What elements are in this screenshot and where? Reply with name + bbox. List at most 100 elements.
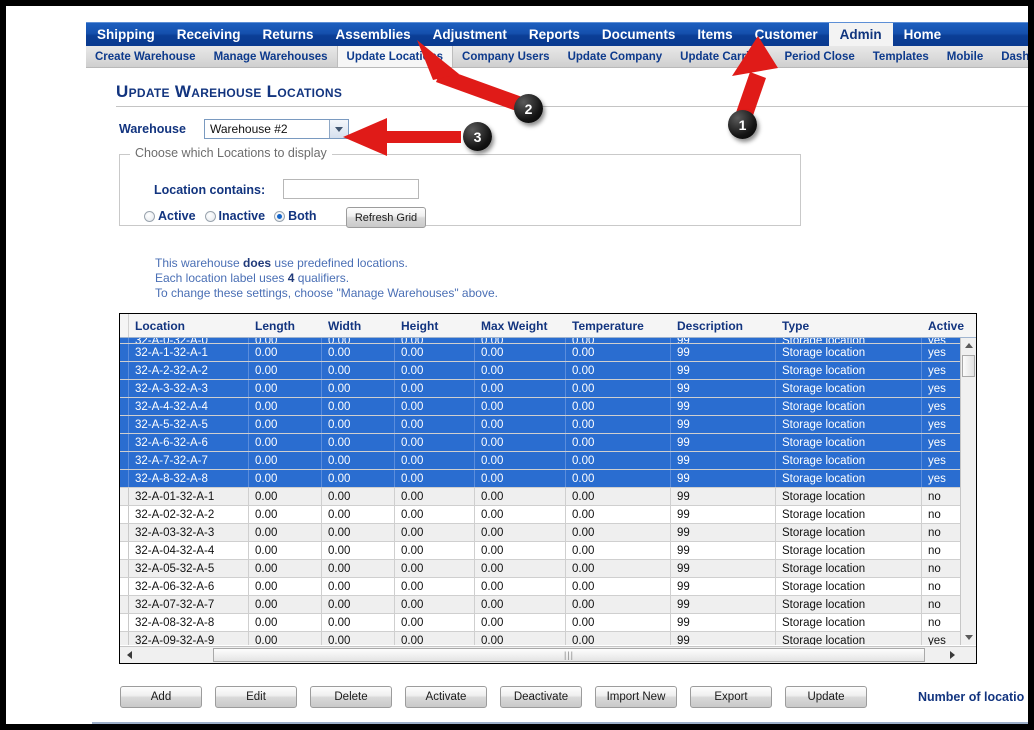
row-selector-gutter[interactable] [120, 398, 129, 415]
cell-description: 99 [671, 506, 776, 523]
table-row[interactable]: 32-A-4-32-A-4 0.00 0.00 0.00 0.00 0.00 99 Stora… [120, 398, 976, 416]
row-selector-gutter[interactable] [120, 488, 129, 505]
table-row[interactable]: 32-A-04-32-A-4 0.00 0.00 0.00 0.00 0.00 99 Stor… [120, 542, 976, 560]
grid-column-header-description[interactable]: Description [671, 314, 776, 337]
subnav-item-update-locations[interactable]: Update Locations [336, 46, 454, 67]
grid-column-header-location[interactable]: Location [129, 314, 249, 337]
grid-column-header-active[interactable]: Active [922, 314, 976, 337]
subnav-item-mobile[interactable]: Mobile [938, 46, 992, 67]
scroll-up-icon[interactable] [961, 338, 976, 353]
row-selector-gutter[interactable] [120, 362, 129, 379]
edit-button[interactable]: Edit [215, 686, 297, 708]
location-contains-input[interactable] [283, 179, 419, 199]
subnav-item-update-carriers[interactable]: Update Carriers [671, 46, 775, 67]
deactivate-button[interactable]: Deactivate [500, 686, 582, 708]
grid-column-header-height[interactable]: Height [395, 314, 475, 337]
table-row[interactable]: 32-A-06-32-A-6 0.00 0.00 0.00 0.00 0.00 99 Stor… [120, 578, 976, 596]
row-selector-gutter[interactable] [120, 470, 129, 487]
row-selector-gutter[interactable] [120, 416, 129, 433]
nav-item-assemblies[interactable]: Assemblies [325, 23, 422, 46]
scroll-left-icon[interactable] [122, 648, 136, 662]
nav-item-returns[interactable]: Returns [252, 23, 325, 46]
table-row[interactable]: 32-A-09-32-A-9 0.00 0.00 0.00 0.00 0.00 99 Stor… [120, 632, 976, 645]
refresh-grid-button[interactable]: Refresh Grid [346, 207, 426, 228]
cell-temperature: 0.00 [566, 398, 671, 415]
vertical-scroll-thumb[interactable] [962, 355, 975, 377]
table-row[interactable]: 32-A-05-32-A-5 0.00 0.00 0.00 0.00 0.00 99 Stor… [120, 560, 976, 578]
grid-horizontal-scrollbar[interactable]: ||| [120, 646, 976, 663]
table-row[interactable]: 32-A-3-32-A-3 0.00 0.00 0.00 0.00 0.00 99 Stora… [120, 380, 976, 398]
row-selector-gutter[interactable] [120, 434, 129, 451]
cell-type: Storage location [776, 398, 922, 415]
cell-max-weight: 0.00 [475, 632, 566, 645]
nav-item-documents[interactable]: Documents [591, 23, 687, 46]
cell-length: 0.00 [249, 470, 322, 487]
radio-inactive[interactable]: Inactive [204, 209, 265, 223]
callout-badge-1: 1 [728, 110, 757, 139]
cell-max-weight: 0.00 [475, 560, 566, 577]
nav-item-admin[interactable]: Admin [828, 23, 893, 46]
nav-item-customer[interactable]: Customer [744, 23, 829, 46]
radio-active[interactable]: Active [144, 209, 196, 223]
update-button[interactable]: Update [785, 686, 867, 708]
export-button[interactable]: Export [690, 686, 772, 708]
cell-description: 99 [671, 398, 776, 415]
horizontal-scroll-thumb[interactable]: ||| [213, 648, 925, 662]
subnav-item-manage-warehouses[interactable]: Manage Warehouses [205, 46, 337, 67]
row-selector-gutter[interactable] [120, 380, 129, 397]
subnav-item-update-company[interactable]: Update Company [559, 46, 672, 67]
import-new-button[interactable]: Import New [595, 686, 677, 708]
table-row[interactable]: 32-A-6-32-A-6 0.00 0.00 0.00 0.00 0.00 99 Stora… [120, 434, 976, 452]
row-selector-gutter[interactable] [120, 338, 129, 343]
grid-column-header-type[interactable]: Type [776, 314, 922, 337]
grid-column-header-length[interactable]: Length [249, 314, 322, 337]
cell-length: 0.00 [249, 632, 322, 645]
nav-item-home[interactable]: Home [893, 23, 953, 46]
nav-item-shipping[interactable]: Shipping [86, 23, 166, 46]
delete-button[interactable]: Delete [310, 686, 392, 708]
table-row[interactable]: 32-A-2-32-A-2 0.00 0.00 0.00 0.00 0.00 99 Stora… [120, 362, 976, 380]
add-button[interactable]: Add [120, 686, 202, 708]
table-row[interactable]: 32-A-8-32-A-8 0.00 0.00 0.00 0.00 0.00 99 Stora… [120, 470, 976, 488]
warehouse-select[interactable]: Warehouse #2 [204, 119, 349, 139]
row-selector-gutter[interactable] [120, 506, 129, 523]
row-selector-gutter[interactable] [120, 542, 129, 559]
subnav-item-dashb[interactable]: Dashb [992, 46, 1028, 67]
table-row[interactable]: 32-A-7-32-A-7 0.00 0.00 0.00 0.00 0.00 99 Stora… [120, 452, 976, 470]
row-selector-gutter[interactable] [120, 596, 129, 613]
row-selector-gutter[interactable] [120, 614, 129, 631]
row-selector-gutter[interactable] [120, 344, 129, 361]
row-selector-gutter[interactable] [120, 632, 129, 645]
cell-temperature: 0.00 [566, 488, 671, 505]
subnav-item-templates[interactable]: Templates [864, 46, 938, 67]
subnav-item-period-close[interactable]: Period Close [775, 46, 863, 67]
table-row[interactable]: 32-A-07-32-A-7 0.00 0.00 0.00 0.00 0.00 99 Stor… [120, 596, 976, 614]
table-row[interactable]: 32-A-01-32-A-1 0.00 0.00 0.00 0.00 0.00 99 Stor… [120, 488, 976, 506]
table-row[interactable]: 32-A-03-32-A-3 0.00 0.00 0.00 0.00 0.00 99 Stor… [120, 524, 976, 542]
radio-both[interactable]: Both [274, 209, 317, 223]
nav-item-receiving[interactable]: Receiving [166, 23, 252, 46]
table-row[interactable]: 32-A-02-32-A-2 0.00 0.00 0.00 0.00 0.00 99 Stor… [120, 506, 976, 524]
chevron-down-icon[interactable] [329, 120, 348, 138]
scroll-right-icon[interactable] [945, 648, 959, 662]
cell-width: 0.00 [322, 338, 395, 343]
nav-item-reports[interactable]: Reports [518, 23, 591, 46]
scroll-down-icon[interactable] [961, 630, 976, 645]
row-selector-gutter[interactable] [120, 560, 129, 577]
subnav-item-create-warehouse[interactable]: Create Warehouse [86, 46, 205, 67]
grid-column-header-width[interactable]: Width [322, 314, 395, 337]
grid-column-header-max-weight[interactable]: Max Weight [475, 314, 566, 337]
grid-vertical-scrollbar[interactable] [960, 338, 976, 645]
nav-item-adjustment[interactable]: Adjustment [422, 23, 518, 46]
table-row[interactable]: 32-A-1-32-A-1 0.00 0.00 0.00 0.00 0.00 99 Stora… [120, 344, 976, 362]
row-selector-gutter[interactable] [120, 578, 129, 595]
activate-button[interactable]: Activate [405, 686, 487, 708]
row-selector-gutter[interactable] [120, 524, 129, 541]
table-row[interactable]: 32-A-5-32-A-5 0.00 0.00 0.00 0.00 0.00 99 Stora… [120, 416, 976, 434]
subnav-item-company-users[interactable]: Company Users [453, 46, 559, 67]
nav-item-items[interactable]: Items [686, 23, 743, 46]
cell-height: 0.00 [395, 614, 475, 631]
table-row[interactable]: 32-A-08-32-A-8 0.00 0.00 0.00 0.00 0.00 99 Stor… [120, 614, 976, 632]
row-selector-gutter[interactable] [120, 452, 129, 469]
grid-column-header-temperature[interactable]: Temperature [566, 314, 671, 337]
